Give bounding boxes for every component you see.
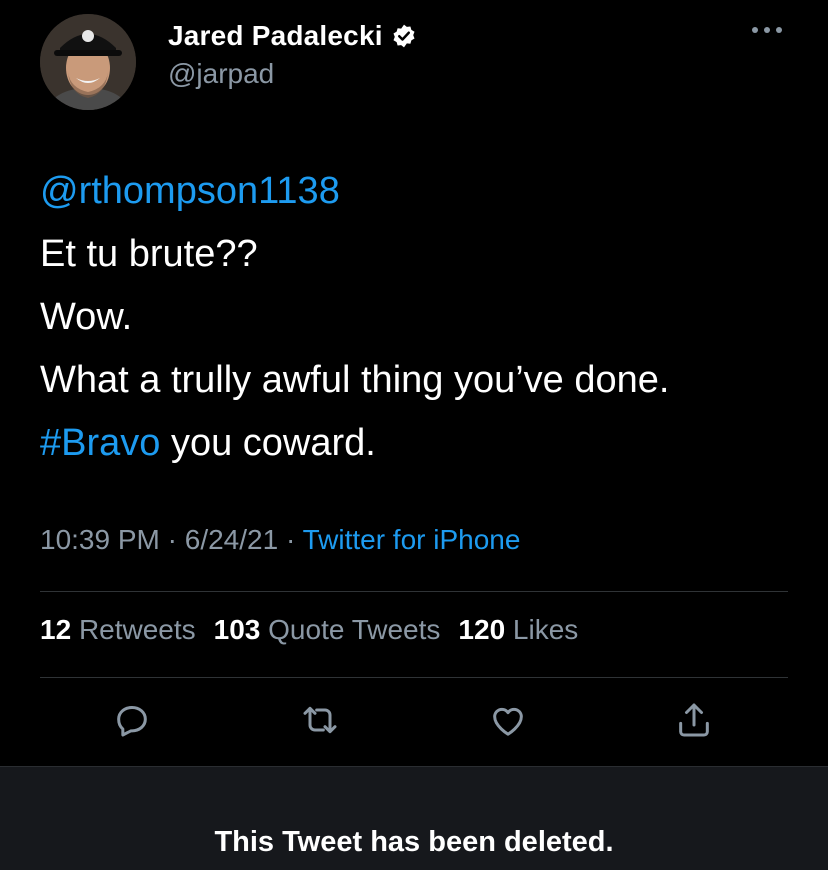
retweets-stat[interactable]: 12 Retweets — [40, 614, 196, 645]
verified-badge-icon — [393, 24, 415, 48]
retweet-button[interactable] — [296, 696, 344, 744]
handle[interactable]: @jarpad — [168, 58, 274, 90]
like-icon — [493, 707, 523, 736]
tweet-stats: 12 Retweets 103 Quote Tweets 120 Likes — [40, 614, 578, 646]
profile-photo-icon — [40, 14, 136, 110]
share-icon — [679, 703, 709, 737]
quote-tweets-count: 103 — [213, 614, 261, 645]
mention-link[interactable]: @rthompson1138 — [40, 170, 340, 212]
tweet-date[interactable]: 6/24/21 — [185, 524, 278, 555]
reply-icon — [117, 706, 147, 737]
meta-separator: · — [159, 524, 185, 555]
author-name-row[interactable]: Jared Padalecki — [168, 18, 417, 54]
divider — [40, 677, 788, 678]
tweet-text-line: What a trully awful thing you’ve done. — [40, 349, 800, 412]
tweet-text-line: @rthompson1138 — [40, 160, 800, 223]
tweet-source-link[interactable]: Twitter for iPhone — [303, 524, 521, 555]
retweets-count: 12 — [40, 614, 72, 645]
deleted-notice-text: This Tweet has been deleted. — [214, 826, 614, 858]
tweet-card: Jared Padalecki @jarpad @rthompson1138 Et… — [0, 0, 828, 766]
avatar[interactable] — [40, 14, 136, 110]
tweet-text-segment: you coward. — [160, 422, 376, 464]
tweet-meta: 10:39 PM · 6/24/21 · Twitter for iPhone — [40, 524, 520, 556]
tweet-time[interactable]: 10:39 PM — [40, 524, 160, 555]
divider — [40, 591, 788, 592]
like-button[interactable] — [484, 696, 532, 744]
tweet-text-line: Et tu brute?? — [40, 223, 800, 286]
tweet-text-line: Wow. — [40, 286, 800, 349]
tweet-text: @rthompson1138 Et tu brute?? Wow. What a tr… — [40, 160, 800, 475]
more-options-icon[interactable] — [750, 24, 784, 36]
tweet-text-segment: Wow. — [40, 296, 133, 338]
action-bar — [0, 696, 828, 752]
deleted-notice: This Tweet has been deleted. — [0, 766, 828, 870]
display-name[interactable]: Jared Padalecki — [168, 20, 383, 52]
quote-tweets-label: Quote Tweets — [268, 614, 441, 645]
tweet-text-segment: What a trully awful thing you’ve done. — [40, 359, 670, 401]
quote-tweets-stat[interactable]: 103 Quote Tweets — [214, 614, 441, 645]
tweet-text-segment: Et tu brute?? — [40, 233, 258, 275]
likes-stat[interactable]: 120 Likes — [458, 614, 578, 645]
likes-label: Likes — [512, 614, 579, 645]
tweet-text-line: #Bravo you coward. — [40, 412, 800, 475]
likes-count: 120 — [458, 614, 506, 645]
retweets-label: Retweets — [78, 614, 196, 645]
hashtag-link[interactable]: #Bravo — [40, 422, 160, 464]
retweet-icon — [303, 706, 337, 734]
meta-separator: · — [278, 524, 303, 555]
reply-button[interactable] — [108, 696, 156, 744]
share-button[interactable] — [670, 696, 718, 744]
